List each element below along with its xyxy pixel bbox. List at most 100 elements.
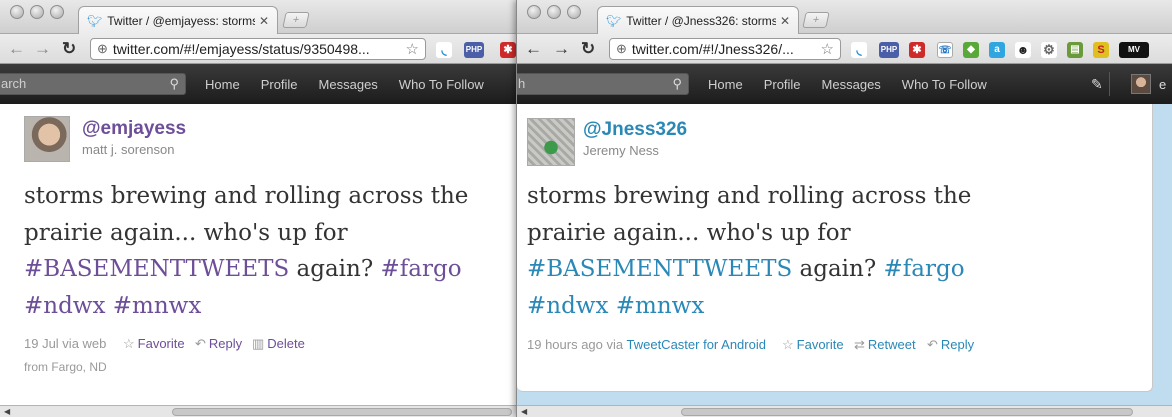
reply-button[interactable]: ↶ Reply	[927, 337, 974, 353]
browser-tab[interactable]: 🐦︎ Twitter / @emjayess: storms ✕	[78, 6, 278, 34]
php-extension-icon[interactable]: PHP	[464, 42, 484, 58]
avatar[interactable]	[527, 118, 575, 166]
nav-home[interactable]: Home	[205, 77, 240, 92]
tab-title: Twitter / @Jness326: storms	[626, 13, 776, 28]
zoom-window-button[interactable]	[567, 5, 581, 19]
twitter-topbar: h ⚲ Home Profile Messages Who To Follow …	[517, 64, 1172, 104]
retweet-label: Retweet	[867, 337, 916, 352]
retweet-button[interactable]: ⇄ Retweet	[854, 337, 916, 353]
tweet-text: storms brewing and rolling across the pr…	[527, 178, 1087, 324]
scroll-left-icon[interactable]: ◀	[4, 407, 10, 416]
reload-icon[interactable]: ↻	[581, 38, 595, 60]
delete-label: Delete	[267, 336, 305, 351]
top-nav: Home Profile Messages Who To Follow	[205, 77, 484, 92]
twitter-bird-icon: 🐦︎	[87, 13, 103, 28]
search-input[interactable]: h ⚲	[517, 73, 689, 95]
nav-home[interactable]: Home	[708, 77, 743, 92]
tweet-line: #BASEMENTTWEETS again? #fargo	[24, 251, 504, 288]
phone-extension-icon[interactable]: ☏	[937, 42, 953, 58]
tweet-line: #ndwx #mnwx	[24, 288, 504, 325]
tweet-timestamp[interactable]: 19 Jul via web	[24, 336, 106, 351]
clipboard-extension-icon[interactable]: ▤	[1067, 42, 1083, 58]
tweet-line: prairie again... who's up for	[527, 219, 851, 246]
scroll-left-icon[interactable]: ◀	[521, 407, 527, 416]
tweet-line: #ndwx #mnwx	[527, 288, 1087, 325]
a-extension-icon[interactable]: a	[989, 42, 1005, 58]
asterisk-extension-icon[interactable]: ✱	[909, 42, 925, 58]
favorite-button[interactable]: ☆ Favorite	[782, 337, 844, 353]
source-link[interactable]: TweetCaster for Android	[627, 337, 766, 352]
minimize-window-button[interactable]	[547, 5, 561, 19]
search-icon[interactable]: ⚲	[672, 74, 682, 94]
bookmark-star-icon[interactable]: ☆	[406, 40, 419, 58]
compose-icon[interactable]: ✎	[1091, 76, 1103, 93]
forward-icon[interactable]: →	[553, 38, 570, 60]
star-icon: ☆	[123, 336, 135, 351]
minimize-window-button[interactable]	[30, 5, 44, 19]
titlebar: 🐦︎ Twitter / @Jness326: storms ✕ +	[517, 0, 1172, 34]
hashtag-link[interactable]: #fargo	[884, 256, 965, 282]
tab-close-icon[interactable]: ✕	[259, 14, 269, 28]
hashtag-link[interactable]: #ndwx	[527, 293, 608, 319]
horizontal-scrollbar[interactable]: ◀	[0, 405, 516, 417]
new-tab-button[interactable]: +	[802, 12, 830, 28]
back-icon[interactable]: ←	[525, 38, 542, 60]
reply-button[interactable]: ↶ Reply	[195, 336, 242, 352]
zoom-window-button[interactable]	[50, 5, 64, 19]
timestamp-text[interactable]: 19 hours ago via	[527, 337, 627, 352]
horizontal-scrollbar[interactable]: ◀	[517, 405, 1172, 417]
favorite-label: Favorite	[796, 337, 844, 352]
superman-extension-icon[interactable]: S	[1093, 42, 1109, 58]
search-icon[interactable]: ⚲	[169, 74, 179, 94]
screen-name[interactable]: @emjayess	[82, 118, 186, 140]
reload-icon[interactable]: ↻	[62, 38, 76, 60]
favorite-label: Favorite	[137, 336, 185, 351]
user-menu-label[interactable]: e	[1159, 77, 1166, 92]
tweet-line: storms brewing and rolling across the	[527, 183, 972, 209]
hashtag-link[interactable]: #BASEMENTTWEETS	[24, 256, 289, 282]
nav-profile[interactable]: Profile	[261, 77, 298, 92]
hashtag-link[interactable]: #mnwx	[113, 293, 202, 319]
wifi-extension-icon[interactable]: ◟	[851, 42, 867, 58]
avatar[interactable]	[24, 116, 70, 162]
tab-close-icon[interactable]: ✕	[780, 14, 790, 28]
new-tab-button[interactable]: +	[282, 12, 310, 28]
close-window-button[interactable]	[527, 5, 541, 19]
settings-extension-icon[interactable]: ⚙	[1041, 42, 1057, 58]
twitter-bird-icon: 🐦︎	[606, 13, 622, 28]
nav-messages[interactable]: Messages	[319, 77, 378, 92]
mv-extension-icon[interactable]: MV	[1119, 42, 1149, 58]
search-input[interactable]: arch ⚲	[0, 73, 186, 95]
trash-icon: ▥	[252, 336, 265, 351]
nav-who-to-follow[interactable]: Who To Follow	[902, 77, 987, 92]
hashtag-link[interactable]: #mnwx	[616, 293, 705, 319]
browser-tab[interactable]: 🐦︎ Twitter / @Jness326: storms ✕	[597, 6, 799, 34]
globe-icon: ⊕	[97, 41, 108, 56]
nav-messages[interactable]: Messages	[822, 77, 881, 92]
screen-name[interactable]: @Jness326	[583, 119, 687, 141]
nav-profile[interactable]: Profile	[764, 77, 801, 92]
scroll-thumb[interactable]	[172, 408, 512, 416]
hashtag-link[interactable]: #BASEMENTTWEETS	[527, 256, 792, 282]
wifi-extension-icon[interactable]: ◟	[436, 42, 452, 58]
bookmark-star-icon[interactable]: ☆	[821, 40, 834, 58]
hashtag-link[interactable]: #fargo	[381, 256, 462, 282]
evernote-extension-icon[interactable]: ◆	[963, 42, 979, 58]
url-text: twitter.com/#!/Jness326/...	[631, 41, 794, 57]
back-icon[interactable]: ←	[8, 38, 25, 60]
nav-who-to-follow[interactable]: Who To Follow	[399, 77, 484, 92]
tweet-place[interactable]: from Fargo, ND	[24, 360, 107, 374]
address-bar[interactable]: ⊕ twitter.com/#!/emjayess/status/9350498…	[90, 38, 426, 60]
address-bar[interactable]: ⊕ twitter.com/#!/Jness326/... ☆	[609, 38, 841, 60]
close-window-button[interactable]	[10, 5, 24, 19]
user-avatar[interactable]	[1131, 74, 1151, 94]
delete-button[interactable]: ▥ Delete	[252, 336, 305, 352]
scroll-thumb[interactable]	[681, 408, 1133, 416]
php-extension-icon[interactable]: PHP	[879, 42, 899, 58]
retweet-icon: ⇄	[854, 337, 865, 352]
favorite-button[interactable]: ☆ Favorite	[123, 336, 185, 352]
forward-icon[interactable]: →	[34, 38, 51, 60]
asterisk-extension-icon[interactable]: ✱	[500, 42, 516, 58]
octocat-extension-icon[interactable]: ☻	[1015, 42, 1031, 58]
hashtag-link[interactable]: #ndwx	[24, 293, 105, 319]
